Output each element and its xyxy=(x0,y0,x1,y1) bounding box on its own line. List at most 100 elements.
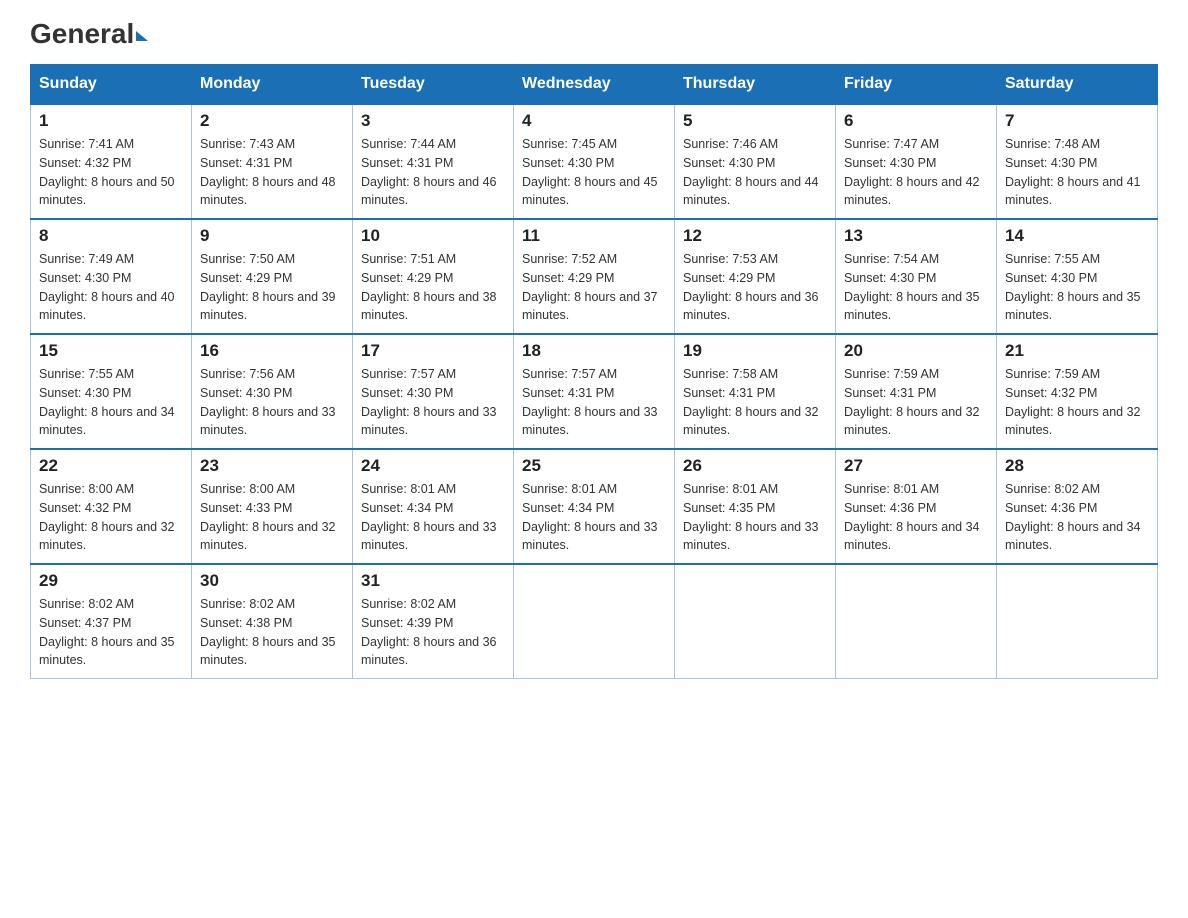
table-row: 29 Sunrise: 8:02 AM Sunset: 4:37 PM Dayl… xyxy=(31,564,192,679)
day-number: 11 xyxy=(522,226,666,246)
calendar-header-row: Sunday Monday Tuesday Wednesday Thursday… xyxy=(31,65,1158,105)
day-number: 26 xyxy=(683,456,827,476)
logo-line1: General xyxy=(30,20,148,48)
table-row: 7 Sunrise: 7:48 AM Sunset: 4:30 PM Dayli… xyxy=(997,104,1158,219)
day-number: 16 xyxy=(200,341,344,361)
day-number: 23 xyxy=(200,456,344,476)
day-number: 12 xyxy=(683,226,827,246)
day-info: Sunrise: 7:49 AM Sunset: 4:30 PM Dayligh… xyxy=(39,250,183,325)
table-row: 21 Sunrise: 7:59 AM Sunset: 4:32 PM Dayl… xyxy=(997,334,1158,449)
calendar-week-row: 8 Sunrise: 7:49 AM Sunset: 4:30 PM Dayli… xyxy=(31,219,1158,334)
col-sunday: Sunday xyxy=(31,65,192,105)
col-saturday: Saturday xyxy=(997,65,1158,105)
day-number: 25 xyxy=(522,456,666,476)
calendar-week-row: 29 Sunrise: 8:02 AM Sunset: 4:37 PM Dayl… xyxy=(31,564,1158,679)
day-info: Sunrise: 7:54 AM Sunset: 4:30 PM Dayligh… xyxy=(844,250,988,325)
table-row: 13 Sunrise: 7:54 AM Sunset: 4:30 PM Dayl… xyxy=(836,219,997,334)
table-row: 5 Sunrise: 7:46 AM Sunset: 4:30 PM Dayli… xyxy=(675,104,836,219)
table-row: 6 Sunrise: 7:47 AM Sunset: 4:30 PM Dayli… xyxy=(836,104,997,219)
logo: General xyxy=(30,20,148,48)
day-number: 9 xyxy=(200,226,344,246)
day-info: Sunrise: 8:00 AM Sunset: 4:32 PM Dayligh… xyxy=(39,480,183,555)
day-info: Sunrise: 7:58 AM Sunset: 4:31 PM Dayligh… xyxy=(683,365,827,440)
col-friday: Friday xyxy=(836,65,997,105)
table-row: 9 Sunrise: 7:50 AM Sunset: 4:29 PM Dayli… xyxy=(192,219,353,334)
day-info: Sunrise: 8:01 AM Sunset: 4:36 PM Dayligh… xyxy=(844,480,988,555)
day-number: 14 xyxy=(1005,226,1149,246)
table-row: 30 Sunrise: 8:02 AM Sunset: 4:38 PM Dayl… xyxy=(192,564,353,679)
day-number: 21 xyxy=(1005,341,1149,361)
day-number: 2 xyxy=(200,111,344,131)
day-info: Sunrise: 8:00 AM Sunset: 4:33 PM Dayligh… xyxy=(200,480,344,555)
table-row: 22 Sunrise: 8:00 AM Sunset: 4:32 PM Dayl… xyxy=(31,449,192,564)
day-info: Sunrise: 8:02 AM Sunset: 4:36 PM Dayligh… xyxy=(1005,480,1149,555)
day-info: Sunrise: 8:02 AM Sunset: 4:37 PM Dayligh… xyxy=(39,595,183,670)
table-row: 3 Sunrise: 7:44 AM Sunset: 4:31 PM Dayli… xyxy=(353,104,514,219)
table-row: 2 Sunrise: 7:43 AM Sunset: 4:31 PM Dayli… xyxy=(192,104,353,219)
table-row: 16 Sunrise: 7:56 AM Sunset: 4:30 PM Dayl… xyxy=(192,334,353,449)
day-info: Sunrise: 8:02 AM Sunset: 4:39 PM Dayligh… xyxy=(361,595,505,670)
day-number: 15 xyxy=(39,341,183,361)
day-number: 6 xyxy=(844,111,988,131)
table-row xyxy=(997,564,1158,679)
day-number: 20 xyxy=(844,341,988,361)
day-number: 31 xyxy=(361,571,505,591)
table-row: 15 Sunrise: 7:55 AM Sunset: 4:30 PM Dayl… xyxy=(31,334,192,449)
day-info: Sunrise: 7:57 AM Sunset: 4:30 PM Dayligh… xyxy=(361,365,505,440)
day-number: 22 xyxy=(39,456,183,476)
calendar-table: Sunday Monday Tuesday Wednesday Thursday… xyxy=(30,64,1158,679)
day-number: 5 xyxy=(683,111,827,131)
day-info: Sunrise: 8:01 AM Sunset: 4:34 PM Dayligh… xyxy=(522,480,666,555)
day-info: Sunrise: 7:48 AM Sunset: 4:30 PM Dayligh… xyxy=(1005,135,1149,210)
col-wednesday: Wednesday xyxy=(514,65,675,105)
day-info: Sunrise: 7:56 AM Sunset: 4:30 PM Dayligh… xyxy=(200,365,344,440)
table-row: 11 Sunrise: 7:52 AM Sunset: 4:29 PM Dayl… xyxy=(514,219,675,334)
day-info: Sunrise: 7:57 AM Sunset: 4:31 PM Dayligh… xyxy=(522,365,666,440)
day-info: Sunrise: 8:02 AM Sunset: 4:38 PM Dayligh… xyxy=(200,595,344,670)
calendar-body: 1 Sunrise: 7:41 AM Sunset: 4:32 PM Dayli… xyxy=(31,104,1158,679)
day-number: 29 xyxy=(39,571,183,591)
table-row xyxy=(836,564,997,679)
table-row: 28 Sunrise: 8:02 AM Sunset: 4:36 PM Dayl… xyxy=(997,449,1158,564)
day-number: 1 xyxy=(39,111,183,131)
day-number: 19 xyxy=(683,341,827,361)
day-info: Sunrise: 7:55 AM Sunset: 4:30 PM Dayligh… xyxy=(39,365,183,440)
day-number: 28 xyxy=(1005,456,1149,476)
table-row: 17 Sunrise: 7:57 AM Sunset: 4:30 PM Dayl… xyxy=(353,334,514,449)
table-row: 23 Sunrise: 8:00 AM Sunset: 4:33 PM Dayl… xyxy=(192,449,353,564)
day-info: Sunrise: 7:53 AM Sunset: 4:29 PM Dayligh… xyxy=(683,250,827,325)
table-row: 10 Sunrise: 7:51 AM Sunset: 4:29 PM Dayl… xyxy=(353,219,514,334)
page-header: General xyxy=(30,20,1158,48)
calendar-week-row: 15 Sunrise: 7:55 AM Sunset: 4:30 PM Dayl… xyxy=(31,334,1158,449)
table-row: 18 Sunrise: 7:57 AM Sunset: 4:31 PM Dayl… xyxy=(514,334,675,449)
day-number: 13 xyxy=(844,226,988,246)
day-info: Sunrise: 8:01 AM Sunset: 4:34 PM Dayligh… xyxy=(361,480,505,555)
col-monday: Monday xyxy=(192,65,353,105)
table-row: 27 Sunrise: 8:01 AM Sunset: 4:36 PM Dayl… xyxy=(836,449,997,564)
col-tuesday: Tuesday xyxy=(353,65,514,105)
day-number: 24 xyxy=(361,456,505,476)
day-number: 17 xyxy=(361,341,505,361)
table-row: 19 Sunrise: 7:58 AM Sunset: 4:31 PM Dayl… xyxy=(675,334,836,449)
table-row: 1 Sunrise: 7:41 AM Sunset: 4:32 PM Dayli… xyxy=(31,104,192,219)
day-info: Sunrise: 7:59 AM Sunset: 4:32 PM Dayligh… xyxy=(1005,365,1149,440)
table-row: 25 Sunrise: 8:01 AM Sunset: 4:34 PM Dayl… xyxy=(514,449,675,564)
calendar-week-row: 22 Sunrise: 8:00 AM Sunset: 4:32 PM Dayl… xyxy=(31,449,1158,564)
day-info: Sunrise: 7:47 AM Sunset: 4:30 PM Dayligh… xyxy=(844,135,988,210)
table-row xyxy=(675,564,836,679)
day-info: Sunrise: 7:59 AM Sunset: 4:31 PM Dayligh… xyxy=(844,365,988,440)
day-number: 8 xyxy=(39,226,183,246)
day-info: Sunrise: 7:41 AM Sunset: 4:32 PM Dayligh… xyxy=(39,135,183,210)
day-info: Sunrise: 7:45 AM Sunset: 4:30 PM Dayligh… xyxy=(522,135,666,210)
col-thursday: Thursday xyxy=(675,65,836,105)
table-row xyxy=(514,564,675,679)
day-info: Sunrise: 7:46 AM Sunset: 4:30 PM Dayligh… xyxy=(683,135,827,210)
day-number: 30 xyxy=(200,571,344,591)
table-row: 8 Sunrise: 7:49 AM Sunset: 4:30 PM Dayli… xyxy=(31,219,192,334)
table-row: 24 Sunrise: 8:01 AM Sunset: 4:34 PM Dayl… xyxy=(353,449,514,564)
table-row: 12 Sunrise: 7:53 AM Sunset: 4:29 PM Dayl… xyxy=(675,219,836,334)
day-number: 10 xyxy=(361,226,505,246)
table-row: 14 Sunrise: 7:55 AM Sunset: 4:30 PM Dayl… xyxy=(997,219,1158,334)
day-number: 4 xyxy=(522,111,666,131)
day-info: Sunrise: 7:52 AM Sunset: 4:29 PM Dayligh… xyxy=(522,250,666,325)
